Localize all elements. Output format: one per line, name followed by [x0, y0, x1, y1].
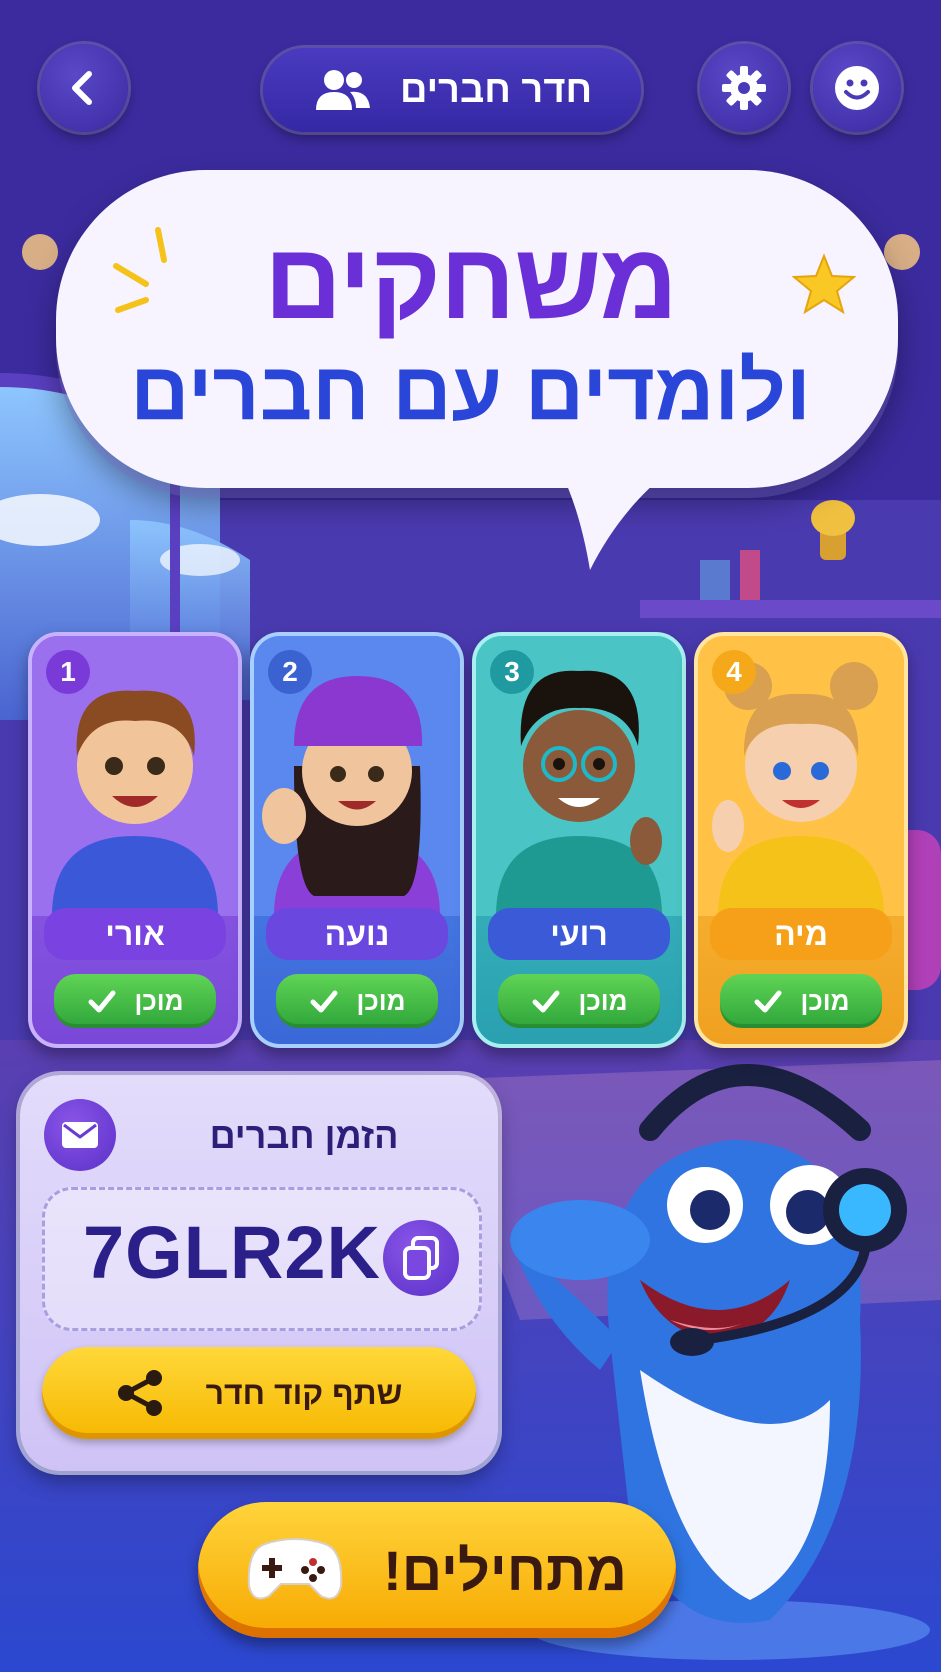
mail-button[interactable]: [44, 1099, 116, 1171]
room-code: 7GLR2K: [83, 1211, 381, 1294]
invite-panel: הזמן חברים 7GLR2K שתף קוד חדר: [20, 1075, 498, 1471]
player-number: 2: [268, 650, 312, 694]
ready-badge: מוכן: [54, 974, 216, 1028]
smiley-icon: [835, 66, 879, 110]
room-title: חדר חברים: [399, 68, 593, 111]
ready-badge: מוכן: [720, 974, 882, 1028]
emoji-button[interactable]: [813, 44, 901, 132]
player-name: מיה: [710, 908, 892, 960]
player-name: אורי: [44, 908, 226, 960]
check-icon: [88, 990, 116, 1013]
ready-label: מוכן: [356, 985, 406, 1016]
check-icon: [754, 990, 782, 1013]
headline-line1: משחקים: [264, 220, 678, 341]
player-number: 3: [490, 650, 534, 694]
share-label: שתף קוד חדר: [205, 1374, 403, 1411]
check-icon: [532, 990, 560, 1013]
envelope-icon: [62, 1122, 98, 1148]
player-card-3[interactable]: 3 רועי מוכן: [472, 632, 686, 1048]
chevron-left-icon: [72, 71, 92, 105]
room-code-box: 7GLR2K: [42, 1187, 482, 1331]
check-icon: [310, 990, 338, 1013]
headline-line2: ולומדים עם חברים: [130, 346, 811, 437]
copy-code-button[interactable]: [383, 1220, 459, 1296]
start-game-button[interactable]: מתחילים!: [198, 1502, 676, 1638]
ready-badge: מוכן: [276, 974, 438, 1028]
player-number: 4: [712, 650, 756, 694]
player-name: רועי: [488, 908, 670, 960]
player-card-1[interactable]: 1 אורי מוכן: [28, 632, 242, 1048]
ready-label: מוכן: [800, 985, 850, 1016]
share-icon: [117, 1370, 162, 1416]
invite-title: הזמן חברים: [209, 1115, 399, 1156]
player-card-2[interactable]: 2 נועה מוכן: [250, 632, 464, 1048]
start-label: מתחילים!: [383, 1538, 627, 1602]
share-code-button[interactable]: שתף קוד חדר: [42, 1347, 476, 1439]
room-title-pill: חדר חברים: [263, 48, 641, 132]
gear-icon: [722, 66, 766, 110]
ready-label: מוכן: [134, 985, 184, 1016]
gamepad-icon: [247, 1538, 343, 1600]
copy-icon: [403, 1236, 439, 1280]
users-icon: [315, 70, 370, 110]
ready-label: מוכן: [578, 985, 628, 1016]
player-name: נועה: [266, 908, 448, 960]
player-card-4[interactable]: 4 מיה מוכן: [694, 632, 908, 1048]
speech-bubble-tail: [560, 470, 670, 570]
ready-badge: מוכן: [498, 974, 660, 1028]
back-button[interactable]: [40, 44, 128, 132]
settings-button[interactable]: [700, 44, 788, 132]
player-number: 1: [46, 650, 90, 694]
